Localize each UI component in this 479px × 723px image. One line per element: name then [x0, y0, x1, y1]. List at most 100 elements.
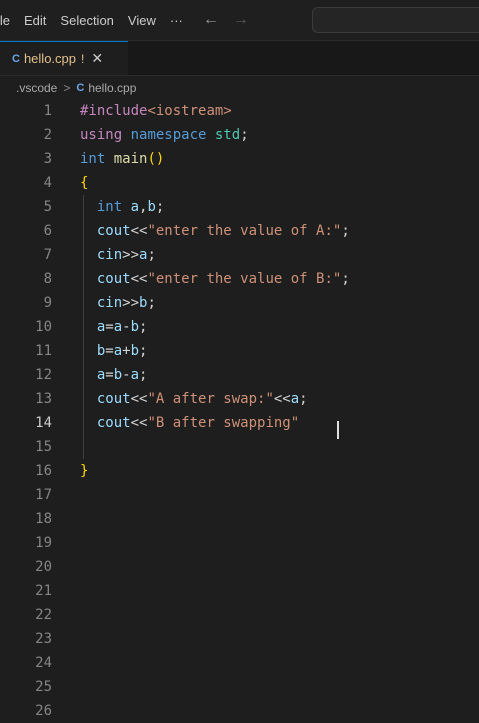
code-line[interactable]: 8 cout<<"enter the value of B:";: [0, 267, 479, 291]
code-token: b: [130, 343, 140, 359]
code-line[interactable]: 18: [0, 507, 479, 531]
code-token: "enter the value of A:": [147, 223, 342, 239]
code-token: ;: [139, 367, 148, 383]
code-line[interactable]: 6 cout<<"enter the value of A:";: [0, 219, 479, 243]
code-token: "A after swap:": [147, 391, 274, 407]
code-token: cout: [96, 415, 131, 431]
code-token: cin: [96, 247, 123, 263]
code-token: >>: [122, 247, 140, 263]
code-token: a: [130, 199, 140, 215]
code-token: namespace: [130, 127, 207, 143]
code-line[interactable]: 4{: [0, 171, 479, 195]
code-token: "B after swapping": [147, 415, 300, 431]
breadcrumb-file[interactable]: hello.cpp: [88, 81, 136, 95]
code-token: =: [105, 367, 114, 383]
code-text: cout<<"enter the value of A:";: [80, 219, 350, 243]
line-number: 3: [43, 151, 52, 167]
menu-view[interactable]: View: [128, 13, 156, 28]
code-token: ;: [341, 223, 350, 239]
code-line[interactable]: 21: [0, 579, 479, 603]
code-text: cout<<"enter the value of B:";: [80, 267, 350, 291]
line-number: 5: [43, 199, 52, 215]
code-text: a=b-a;: [80, 363, 148, 387]
code-line[interactable]: 26: [0, 699, 479, 723]
line-number: 13: [35, 391, 52, 407]
code-line[interactable]: 20: [0, 555, 479, 579]
modified-indicator: !: [81, 51, 85, 66]
tab-bar: C hello.cpp ! ✕: [0, 41, 479, 76]
code-token: (): [147, 151, 165, 167]
code-token: using: [80, 127, 123, 143]
menu-selection[interactable]: Selection: [60, 13, 113, 28]
code-token: }: [80, 463, 89, 479]
line-number: 10: [35, 319, 52, 335]
menu-bar: ile Edit Selection View ··· ← →: [0, 0, 479, 41]
code-token: ;: [147, 247, 156, 263]
code-token: {: [80, 175, 89, 191]
breadcrumb: .vscode > C hello.cpp: [0, 77, 479, 99]
code-line[interactable]: 14 cout<<"B after swapping": [0, 411, 479, 435]
menu-more[interactable]: ···: [170, 13, 183, 28]
line-number: 22: [35, 607, 52, 623]
command-center-search[interactable]: [312, 7, 479, 33]
line-number: 14: [35, 415, 52, 431]
code-token: ;: [240, 127, 249, 143]
code-text: int a,b;: [80, 195, 164, 219]
code-line[interactable]: 1 #include<iostream>: [0, 99, 479, 123]
code-editor[interactable]: 1 #include<iostream> 2 using namespace std;…: [0, 99, 479, 720]
menu-file[interactable]: ile: [0, 13, 10, 28]
code-line[interactable]: 17: [0, 483, 479, 507]
code-token: <<: [130, 391, 148, 407]
tab-hello-cpp[interactable]: C hello.cpp ! ✕: [0, 41, 128, 75]
line-number: 1: [43, 103, 52, 119]
code-line[interactable]: 24: [0, 651, 479, 675]
code-line[interactable]: 11 b=a+b;: [0, 339, 479, 363]
code-line[interactable]: 9 cin>>b;: [0, 291, 479, 315]
code-token: ;: [139, 319, 148, 335]
back-arrow-icon[interactable]: ←: [203, 11, 219, 29]
code-token: cin: [96, 295, 123, 311]
code-token: std: [214, 127, 241, 143]
code-line[interactable]: 7 cin>>a;: [0, 243, 479, 267]
code-token: <<: [130, 271, 148, 287]
code-line[interactable]: 15: [0, 435, 479, 459]
code-token: ;: [139, 343, 148, 359]
code-token: a: [130, 367, 140, 383]
code-line[interactable]: 22: [0, 603, 479, 627]
code-line[interactable]: 5 int a,b;: [0, 195, 479, 219]
line-number: 23: [35, 631, 52, 647]
code-line[interactable]: 25: [0, 675, 479, 699]
line-number: 20: [35, 559, 52, 575]
code-token: cout: [96, 271, 131, 287]
menu-edit[interactable]: Edit: [24, 13, 46, 28]
code-line[interactable]: 19: [0, 531, 479, 555]
code-token: int: [80, 151, 106, 167]
cpp-file-icon: C: [12, 52, 20, 65]
text-cursor: [337, 421, 339, 439]
code-line[interactable]: 12 a=b-a;: [0, 363, 479, 387]
chevron-right-icon: >: [63, 81, 71, 95]
close-icon[interactable]: ✕: [91, 50, 103, 67]
code-token: =: [105, 319, 114, 335]
forward-arrow-icon[interactable]: →: [233, 11, 249, 29]
code-token: main: [113, 151, 148, 167]
code-line[interactable]: 16}: [0, 459, 479, 483]
code-line[interactable]: 3 int main(): [0, 147, 479, 171]
code-line[interactable]: 23: [0, 627, 479, 651]
breadcrumb-folder[interactable]: .vscode: [16, 81, 57, 95]
code-token: cout: [96, 391, 131, 407]
code-line[interactable]: 10 a=a-b;: [0, 315, 479, 339]
code-line[interactable]: 2 using namespace std;: [0, 123, 479, 147]
cpp-file-icon: C: [76, 82, 85, 94]
code-line[interactable]: 13 cout<<"A after swap:"<<a;: [0, 387, 479, 411]
code-text: a=a-b;: [80, 315, 148, 339]
code-token: +: [122, 343, 131, 359]
line-number: 17: [35, 487, 52, 503]
